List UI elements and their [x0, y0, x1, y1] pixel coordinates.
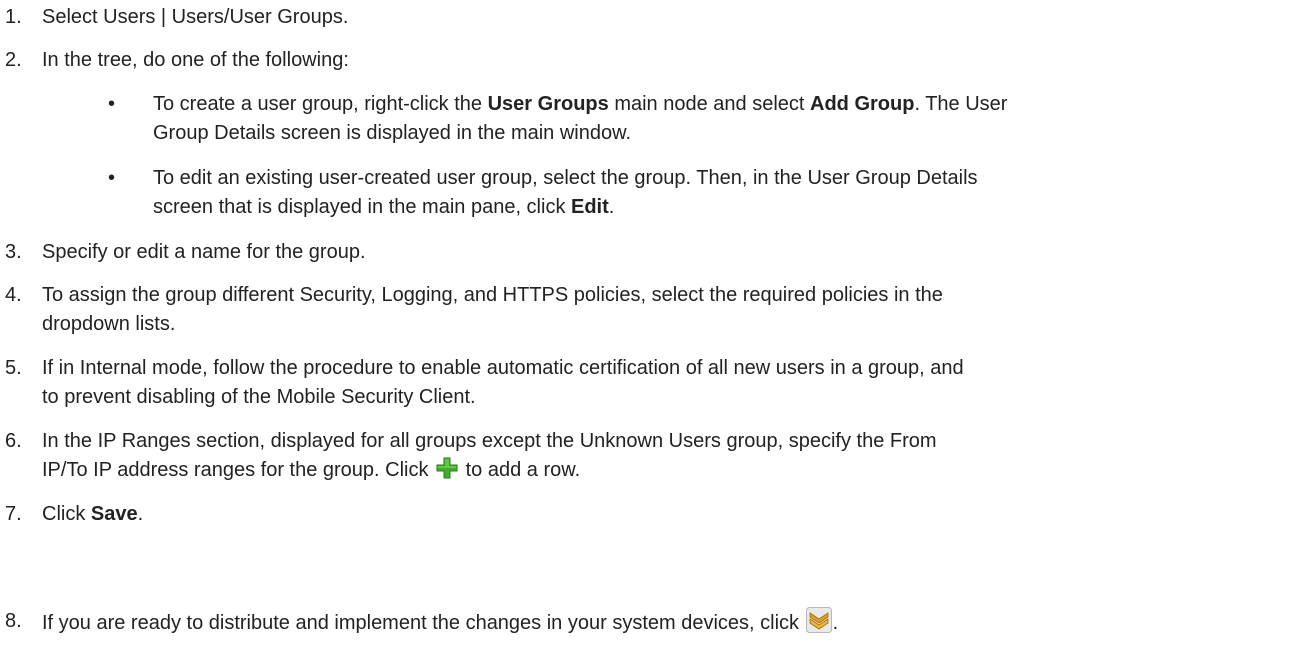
step-6: 6. In the IP Ranges section, displayed f…: [0, 427, 1290, 485]
text-run: . The User: [914, 93, 1008, 115]
step-text: If you are ready to distribute and imple…: [42, 607, 1290, 638]
procedure-document: 1. Select Users | Users/User Groups. 2. …: [0, 0, 1298, 653]
step-number: 8.: [5, 610, 22, 632]
text-run: If in Internal mode, follow the procedur…: [42, 357, 964, 379]
step-8: 8. If you are ready to distribute and im…: [0, 607, 1290, 638]
ui-term-add-group: Add Group: [810, 93, 915, 115]
text-run: IP/To IP address ranges for the group. C…: [42, 459, 435, 481]
bullet-dot: •: [108, 167, 116, 189]
text-run: main node and select: [608, 93, 811, 115]
bullet-edit-group: • To edit an existing user-created user …: [0, 164, 1290, 222]
step-text: Specify or edit a name for the group.: [42, 241, 366, 263]
bullet-text: To create a user group, right-click the …: [153, 90, 1290, 148]
text-run: To create a user group, right-click the: [153, 93, 488, 115]
step-number: 1.: [5, 6, 22, 28]
text-run: Click: [42, 503, 91, 525]
text-run: .: [137, 503, 144, 525]
plus-icon[interactable]: [436, 457, 458, 479]
text-run: .: [832, 612, 839, 634]
text-run: to add a row.: [460, 459, 581, 481]
text-run: If you are ready to distribute and imple…: [42, 612, 805, 634]
step-number: 4.: [5, 284, 22, 306]
step-number: 7.: [5, 503, 22, 525]
step-text: In the tree, do one of the following:: [42, 49, 349, 71]
text-run: screen that is displayed in the main pan…: [153, 196, 571, 218]
step-3: 3. Specify or edit a name for the group.: [0, 238, 1290, 267]
ui-term-edit: Edit: [571, 196, 609, 218]
step-text: Select Users | Users/User Groups.: [42, 6, 349, 28]
step-7: 7. Click Save.: [0, 500, 1290, 529]
step-number: 5.: [5, 357, 22, 379]
step-5: 5. If in Internal mode, follow the proce…: [0, 354, 1290, 412]
bullet-dot: •: [108, 93, 116, 115]
text-run: In the IP Ranges section, displayed for …: [42, 430, 937, 452]
step-text: To assign the group different Security, …: [42, 281, 1290, 339]
step-1: 1. Select Users | Users/User Groups.: [0, 3, 1290, 32]
text-run: To edit an existing user-created user gr…: [153, 167, 978, 189]
ui-term-save: Save: [90, 503, 138, 525]
step-text: Click Save.: [42, 500, 1290, 529]
bullet-create-group: • To create a user group, right-click th…: [0, 90, 1290, 148]
text-run: to prevent disabling of the Mobile Secur…: [42, 386, 476, 408]
step-number: 6.: [5, 430, 22, 452]
step-text: In the IP Ranges section, displayed for …: [42, 427, 1290, 485]
step-number: 2.: [5, 49, 22, 71]
step-text: If in Internal mode, follow the procedur…: [42, 354, 1290, 412]
text-run: To assign the group different Security, …: [42, 284, 943, 306]
deploy-chevrons-icon[interactable]: [805, 607, 832, 633]
step-2: 2. In the tree, do one of the following:: [0, 46, 1290, 75]
step-number: 3.: [5, 241, 22, 263]
text-run: dropdown lists.: [42, 313, 176, 335]
bullet-text: To edit an existing user-created user gr…: [153, 164, 1290, 222]
text-run: Group Details screen is displayed in the…: [153, 122, 632, 144]
ui-term-user-groups: User Groups: [487, 93, 609, 115]
step-4: 4. To assign the group different Securit…: [0, 281, 1290, 339]
text-run: .: [608, 196, 615, 218]
